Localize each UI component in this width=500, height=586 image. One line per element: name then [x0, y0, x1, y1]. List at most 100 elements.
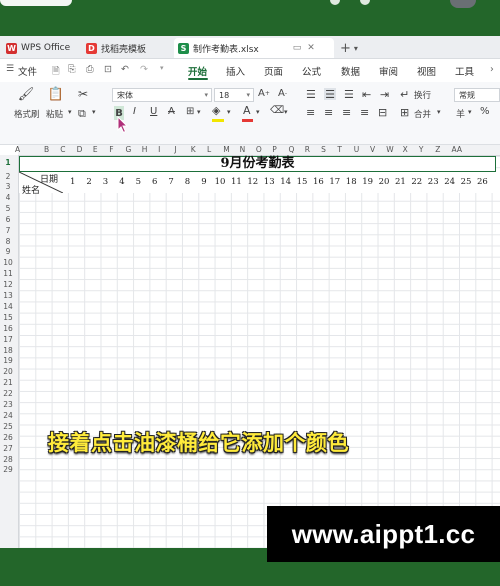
column-header[interactable]: Y	[419, 145, 424, 154]
day-number[interactable]: 11	[231, 177, 242, 187]
increase-font-icon[interactable]: A +	[258, 88, 270, 99]
day-number[interactable]: 6	[152, 177, 157, 187]
day-number[interactable]: 2	[86, 177, 91, 187]
print-icon[interactable]: ⎙	[86, 64, 94, 75]
chevron-down-icon[interactable]: ▾	[68, 108, 72, 116]
row-header[interactable]: 10	[0, 258, 16, 267]
day-number[interactable]: 21	[395, 177, 406, 187]
row-header[interactable]: 16	[0, 324, 16, 333]
row-header[interactable]: 14	[0, 302, 16, 311]
align-bottom-icon[interactable]: ☰	[344, 88, 354, 101]
justify-icon[interactable]: ≡	[360, 106, 369, 119]
distributed-icon[interactable]: ⊟	[378, 106, 387, 119]
undo-icon[interactable]: ↶	[121, 64, 129, 75]
export-icon[interactable]: ⎘	[68, 64, 76, 75]
day-number[interactable]: 12	[247, 177, 258, 187]
chevron-down-icon[interactable]: ▾	[284, 108, 288, 116]
cell-grid[interactable]	[19, 156, 500, 548]
chevron-down-icon[interactable]: ▾	[256, 108, 260, 116]
row-header[interactable]: 22	[0, 389, 16, 398]
menu-review[interactable]: 审阅	[379, 64, 398, 78]
column-header[interactable]: K	[191, 145, 196, 154]
cut-icon[interactable]: ✂	[76, 86, 90, 102]
row-header[interactable]: 18	[0, 346, 16, 355]
column-header[interactable]: Z	[435, 145, 440, 154]
column-header[interactable]: N	[240, 145, 246, 154]
day-number[interactable]: 1	[70, 177, 75, 187]
day-number[interactable]: 4	[119, 177, 124, 187]
day-number[interactable]: 8	[185, 177, 190, 187]
tab-docer-templates[interactable]: D 找稻壳模板	[86, 38, 170, 58]
row-header[interactable]: 21	[0, 378, 16, 387]
close-icon[interactable]: ✕	[307, 43, 315, 53]
day-number[interactable]: 10	[215, 177, 226, 187]
column-header[interactable]: C	[60, 145, 65, 154]
number-format-select[interactable]: 常规	[454, 88, 500, 102]
day-number[interactable]: 14	[280, 177, 291, 187]
column-header[interactable]: W	[386, 145, 393, 154]
row-header[interactable]: 2	[0, 172, 16, 181]
title-cell[interactable]: 9月份考勤表	[19, 156, 496, 172]
menu-file[interactable]: 文件	[18, 64, 37, 78]
menu-page[interactable]: 页面	[264, 64, 283, 78]
align-middle-icon[interactable]: ☰	[324, 88, 336, 101]
chevron-down-icon[interactable]: ▾	[160, 64, 164, 72]
paste-button[interactable]: 粘贴	[46, 108, 63, 120]
font-color-icon[interactable]: A	[243, 104, 251, 117]
column-header[interactable]: S	[321, 145, 326, 154]
merge-icon[interactable]: ⊞	[400, 106, 409, 119]
column-header[interactable]: J	[174, 145, 176, 154]
day-number[interactable]: 3	[103, 177, 108, 187]
chevron-down-icon[interactable]: ▾	[197, 108, 201, 116]
row-header[interactable]: 11	[0, 269, 16, 278]
column-header[interactable]: D	[77, 145, 83, 154]
chevron-down-icon[interactable]: ▾	[468, 108, 472, 116]
column-header[interactable]: T	[337, 145, 342, 154]
column-header[interactable]: A	[15, 145, 20, 154]
column-header[interactable]: G	[126, 145, 132, 154]
column-header[interactable]: F	[109, 145, 113, 154]
font-size-select[interactable]: 18 ▾	[214, 88, 254, 102]
menu-formula[interactable]: 公式	[302, 64, 321, 78]
column-header[interactable]: P	[272, 145, 277, 154]
row-header[interactable]: 12	[0, 280, 16, 289]
row-header[interactable]: 7	[0, 226, 16, 235]
day-number[interactable]: 22	[411, 177, 422, 187]
column-header[interactable]: R	[305, 145, 310, 154]
day-number[interactable]: 25	[461, 177, 472, 187]
row-header[interactable]: 3	[0, 182, 16, 191]
align-top-icon[interactable]: ☰	[306, 88, 316, 101]
font-name-select[interactable]: 宋体 ▾	[112, 88, 212, 102]
indent-increase-icon[interactable]: ⇥	[380, 88, 389, 101]
row-header[interactable]: 4	[0, 193, 16, 202]
day-number[interactable]: 18	[346, 177, 357, 187]
align-right-icon[interactable]: ≡	[342, 106, 351, 119]
tab-attendance-xlsx[interactable]: S 制作考勤表.xlsx ▭ ✕	[174, 38, 334, 58]
row-header[interactable]: 27	[0, 444, 16, 453]
day-number[interactable]: 13	[264, 177, 275, 187]
row-header[interactable]: 9	[0, 247, 16, 256]
column-header[interactable]: U	[354, 145, 360, 154]
day-number[interactable]: 9	[201, 177, 206, 187]
paste-icon[interactable]: 📋	[48, 86, 64, 102]
column-header[interactable]: L	[207, 145, 211, 154]
column-header[interactable]: E	[93, 145, 98, 154]
row-header[interactable]: 15	[0, 313, 16, 322]
print-preview-icon[interactable]: ⊡	[104, 64, 112, 75]
new-tab-button[interactable]: + ▾	[340, 38, 370, 58]
chevron-down-icon[interactable]: ▾	[437, 108, 441, 116]
menu-home[interactable]: 开始	[188, 64, 207, 78]
column-header[interactable]: I	[158, 145, 160, 154]
format-painter-icon[interactable]: 🖌	[18, 86, 35, 102]
italic-button[interactable]: I	[133, 106, 136, 117]
row-header[interactable]: 1	[0, 158, 16, 167]
chevron-down-icon[interactable]: ▾	[92, 108, 96, 116]
chevron-down-icon[interactable]: ▾	[227, 108, 231, 116]
row-header[interactable]: 5	[0, 204, 16, 213]
hamburger-icon[interactable]: ☰	[6, 64, 14, 74]
merge-button[interactable]: 合并	[414, 108, 431, 120]
day-number[interactable]: 19	[362, 177, 373, 187]
row-header[interactable]: 6	[0, 215, 16, 224]
column-header[interactable]: Q	[289, 145, 295, 154]
day-number[interactable]: 20	[379, 177, 390, 187]
